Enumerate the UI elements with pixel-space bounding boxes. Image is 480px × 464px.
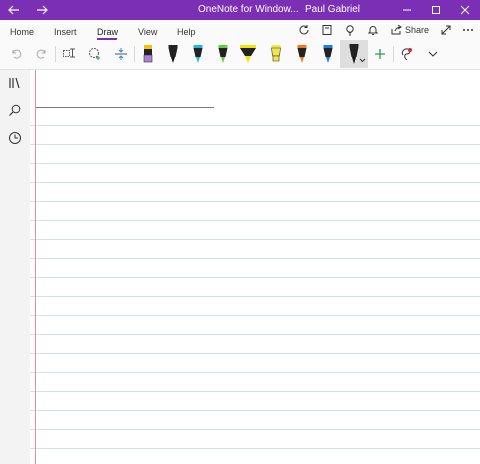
share-button[interactable]: Share [390,22,430,38]
tab-view[interactable]: View [138,27,157,37]
tab-help[interactable]: Help [177,27,196,37]
maximize-icon[interactable] [426,0,446,20]
notebooks-icon[interactable] [6,74,24,92]
recent-icon[interactable] [6,129,24,147]
toolbar-divider [134,46,135,62]
notebook-icon[interactable] [319,22,335,38]
page-title-area[interactable] [30,70,480,107]
plus-icon[interactable] [370,43,390,65]
note-page-canvas[interactable] [30,70,480,464]
tab-draw[interactable]: Draw [97,27,118,37]
tab-home[interactable]: Home [10,27,34,37]
lasso-select-icon[interactable] [59,43,79,65]
undo-icon[interactable] [6,43,26,65]
ink-replay-icon[interactable] [397,43,417,65]
expand-icon[interactable] [438,22,454,38]
user-name[interactable]: Paul Gabriel [305,4,360,15]
sync-icon[interactable] [296,22,312,38]
pen-black-selected[interactable] [340,40,368,68]
title-bar: OneNote for Window... Paul Gabriel [0,0,480,20]
pen-cyan[interactable] [188,43,208,65]
highlighter-yellow-2[interactable] [266,43,286,65]
minimize-icon[interactable] [397,0,417,20]
more-icon[interactable] [460,22,476,38]
pen-purple[interactable] [138,43,158,65]
tab-insert[interactable]: Insert [54,27,77,37]
app-title: OneNote for Window... [198,4,299,15]
add-shape-icon[interactable] [85,43,105,65]
search-icon[interactable] [6,101,24,119]
page-title-underline [36,107,214,108]
bell-icon[interactable] [365,22,381,38]
share-label: Share [405,25,430,35]
back-arrow-icon[interactable] [4,0,24,20]
navigation-sidebar [0,70,30,464]
pen-black[interactable] [163,43,183,65]
pen-orange[interactable] [292,43,312,65]
close-icon[interactable] [455,0,475,20]
pen-options-chevron-icon [359,58,366,63]
draw-toolbar [0,40,480,70]
share-icon [391,24,402,35]
forward-arrow-icon[interactable] [32,0,52,20]
add-space-icon[interactable] [111,43,131,65]
lightbulb-icon[interactable] [342,22,358,38]
toolbar-divider [55,46,56,62]
redo-icon[interactable] [32,43,52,65]
page-margin-line [35,70,36,464]
highlighter-yellow[interactable] [238,43,258,65]
toolbar-divider [393,46,394,62]
chevron-down-icon[interactable] [423,43,443,65]
pen-green[interactable] [213,43,233,65]
pen-blue[interactable] [318,43,338,65]
